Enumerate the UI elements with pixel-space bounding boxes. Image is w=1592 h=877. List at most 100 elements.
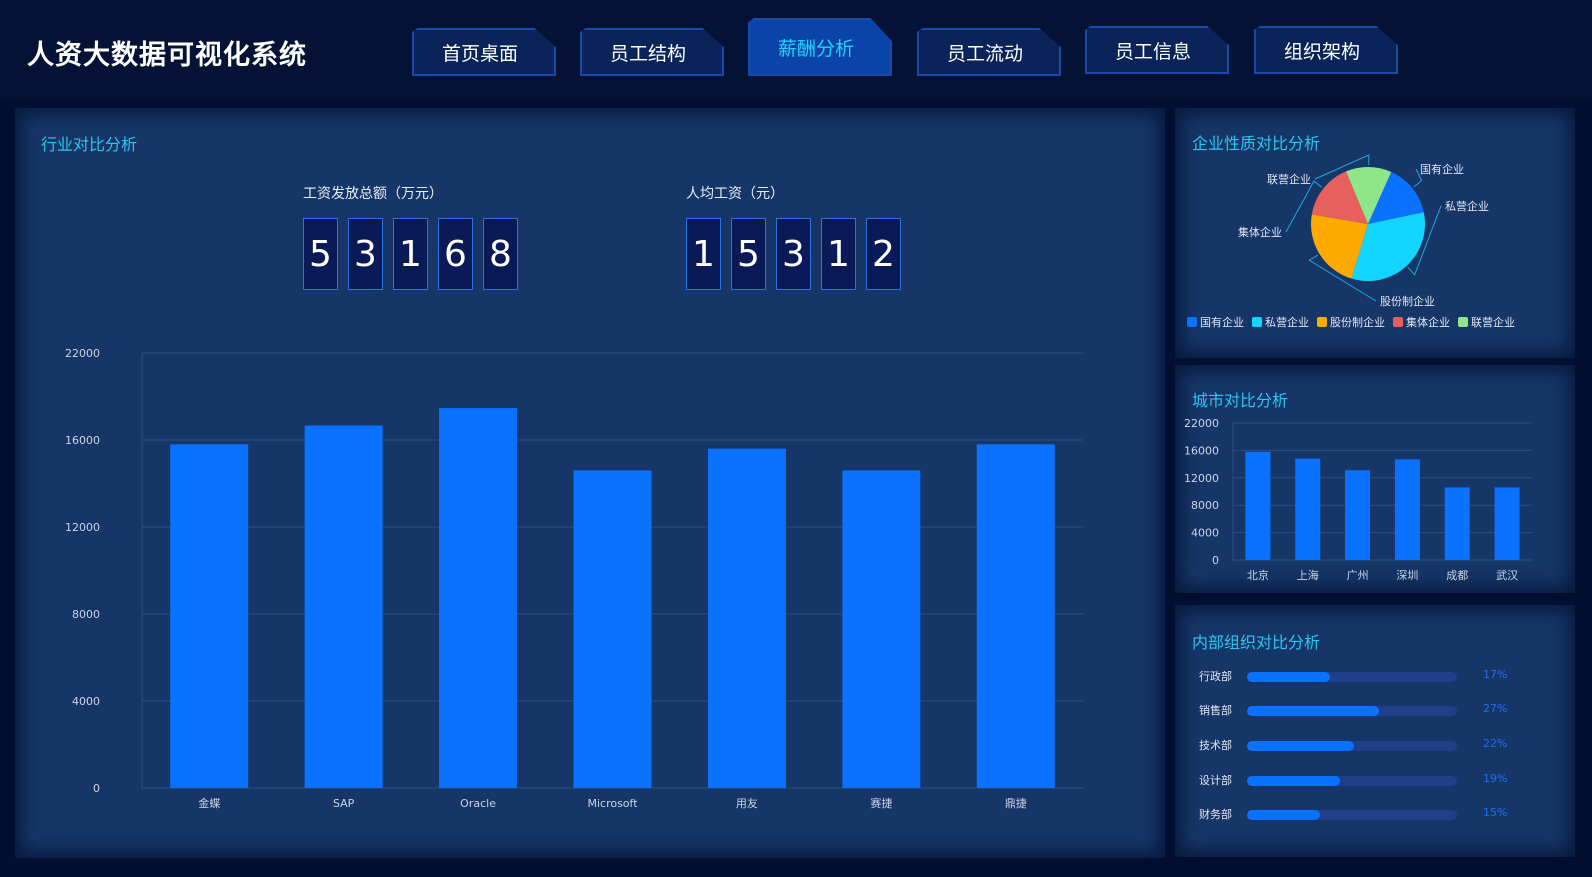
y-tick-label: 0: [1212, 554, 1219, 567]
dept-progress-track: [1247, 810, 1457, 820]
x-tick-label: SAP: [333, 797, 355, 810]
bar: [170, 444, 249, 788]
pie-legend: 国有企业 私营企业 股份制企业 集体企业 联营企业: [1187, 314, 1515, 330]
org-panel: 内部组织对比分析 行政部 17% 销售部 27% 技术部 22% 设计部 19%…: [1175, 605, 1575, 857]
dept-progress-track: [1247, 741, 1457, 751]
tab-label: 员工流动: [947, 42, 1024, 65]
y-tick-label: 22000: [1184, 417, 1219, 430]
app-title: 人资大数据可视化系统: [27, 40, 307, 71]
x-tick-label: 北京: [1247, 568, 1269, 582]
kpi-avg-salary-digits: 1 5 3 1 2: [686, 218, 901, 290]
dept-progress-fill: [1247, 672, 1331, 682]
kpi-total-salary-label: 工资发放总额（万元）: [303, 186, 443, 202]
digit: 8: [483, 218, 518, 290]
top-bar: 人资大数据可视化系统 首页桌面 员工结构 薪酬分析 员工流动 员工信息 组织架构: [0, 0, 1592, 100]
y-tick-label: 12000: [1184, 472, 1219, 485]
legend-item[interactable]: 集体企业: [1393, 314, 1450, 330]
bar: [842, 470, 921, 788]
bar: [1394, 459, 1420, 560]
digit: 3: [348, 218, 383, 290]
tab-label: 员工结构: [610, 42, 687, 65]
digit: 3: [776, 218, 811, 290]
kpi-total-salary-digits: 5 3 1 6 8: [303, 218, 518, 290]
tab-org-structure[interactable]: 组织架构: [1254, 26, 1398, 74]
tab-employee-info[interactable]: 员工信息: [1085, 26, 1229, 74]
y-tick-label: 16000: [1184, 444, 1219, 457]
dept-progress-fill: [1247, 776, 1340, 786]
legend-item[interactable]: 国有企业: [1187, 314, 1244, 330]
industry-bar-chart: 0 4000 8000 12000 16000 22000 金蝶 SAP Oracle Micro…: [65, 347, 1083, 810]
tab-salary-analysis[interactable]: 薪酬分析: [748, 18, 892, 76]
city-title: 城市对比分析: [1192, 391, 1289, 410]
pie-label: 集体企业: [1238, 225, 1282, 239]
dept-progress-fill: [1247, 706, 1379, 716]
y-tick-label: 22000: [65, 347, 100, 360]
legend-item[interactable]: 股份制企业: [1317, 314, 1385, 330]
bar: [573, 470, 652, 788]
dept-row: 财务部 15%: [1175, 805, 1575, 825]
legend-item[interactable]: 联营企业: [1458, 314, 1515, 330]
pie-label: 私营企业: [1445, 199, 1489, 213]
legend-swatch: [1317, 317, 1327, 327]
dept-row: 技术部 22%: [1175, 736, 1575, 756]
dept-progress-track: [1247, 706, 1457, 716]
y-tick-label: 16000: [65, 434, 100, 447]
bar: [439, 408, 518, 788]
digit: 5: [731, 218, 766, 290]
x-tick-label: 成都: [1446, 569, 1468, 582]
x-tick-label: 上海: [1297, 568, 1319, 582]
legend-label: 集体企业: [1406, 316, 1450, 329]
pie-label: 股份制企业: [1380, 294, 1435, 308]
y-tick-label: 4000: [72, 695, 100, 708]
industry-title: 行业对比分析: [41, 135, 138, 154]
dept-label: 设计部: [1199, 774, 1232, 787]
legend-swatch: [1393, 317, 1403, 327]
tab-home[interactable]: 首页桌面: [412, 28, 556, 76]
x-tick-label: Microsoft: [587, 797, 638, 810]
x-tick-label: 深圳: [1396, 569, 1418, 582]
dept-value: 22%: [1483, 737, 1508, 750]
x-tick-label: 赛捷: [870, 796, 892, 810]
org-title: 内部组织对比分析: [1192, 633, 1321, 652]
y-tick-label: 4000: [1191, 527, 1219, 540]
dept-label: 行政部: [1199, 670, 1232, 683]
tab-label: 员工信息: [1115, 40, 1192, 63]
dept-value: 19%: [1483, 772, 1508, 785]
bar: [976, 444, 1055, 788]
legend-label: 股份制企业: [1330, 316, 1385, 329]
legend-label: 国有企业: [1200, 316, 1244, 329]
x-tick-label: 鼎捷: [1005, 796, 1027, 810]
industry-panel: 行业对比分析 工资发放总额（万元） 5 3 1 6 8 人均工资（元） 1 5 …: [15, 108, 1165, 858]
dept-progress-track: [1247, 672, 1457, 682]
legend-item[interactable]: 私营企业: [1252, 314, 1309, 330]
x-tick-label: 武汉: [1496, 569, 1518, 582]
dept-label: 销售部: [1199, 704, 1232, 717]
y-tick-label: 12000: [65, 521, 100, 534]
dept-value: 15%: [1483, 806, 1508, 819]
bar: [1245, 451, 1271, 560]
bar: [707, 448, 786, 788]
tab-employee-structure[interactable]: 员工结构: [580, 28, 724, 76]
dept-row: 设计部 19%: [1175, 771, 1575, 791]
legend-label: 联营企业: [1471, 316, 1515, 329]
bar: [1494, 487, 1520, 560]
tab-label: 薪酬分析: [778, 37, 855, 60]
dept-value: 17%: [1483, 668, 1508, 681]
city-bar-chart: 0 4000 8000 12000 16000 22000 北京 上海 广州 深圳 成都 武汉: [1184, 417, 1532, 582]
y-tick-label: 8000: [1191, 499, 1219, 512]
digit: 2: [866, 218, 901, 290]
bar: [304, 425, 383, 788]
dept-row: 行政部 17%: [1175, 667, 1575, 687]
enterprise-panel: 企业性质对比分析 国有企业 私营企业 股份制企业 集体企业 联营企业 国有企业 私营企业股…: [1175, 108, 1575, 358]
pie-label: 国有企业: [1420, 162, 1464, 176]
x-tick-label: 广州: [1347, 569, 1369, 582]
y-tick-label: 8000: [72, 608, 100, 621]
digit: 1: [821, 218, 856, 290]
dept-label: 技术部: [1199, 739, 1232, 752]
pie-label: 联营企业: [1267, 172, 1311, 186]
x-tick-label: 金蝶: [198, 796, 220, 810]
x-tick-label: 用友: [736, 796, 758, 810]
dept-row: 销售部 27%: [1175, 701, 1575, 721]
digit: 1: [686, 218, 721, 290]
tab-employee-flow[interactable]: 员工流动: [917, 28, 1061, 76]
